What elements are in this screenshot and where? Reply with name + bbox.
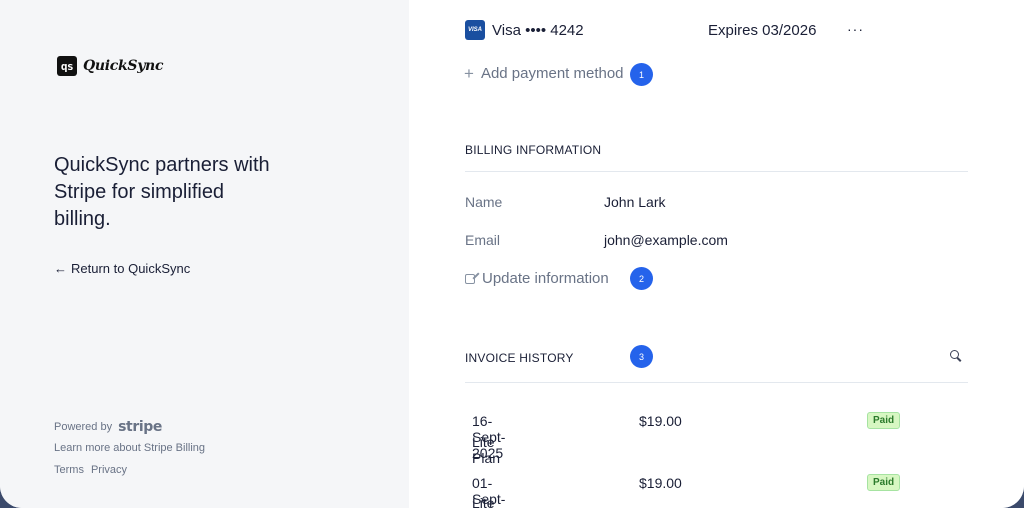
divider (465, 171, 968, 172)
email-value: john@example.com (604, 232, 728, 248)
plus-icon: + (464, 64, 474, 83)
status-badge: Paid (867, 474, 901, 491)
update-information-button[interactable]: Update information (465, 270, 609, 287)
status-badge: Paid (867, 412, 901, 429)
return-to-quicksync-link[interactable]: ← Return to QuickSync (54, 261, 190, 276)
update-information-label: Update information (482, 270, 609, 287)
billing-information-heading: BILLING INFORMATION (465, 143, 602, 157)
card-more-options-button[interactable]: ··· (847, 21, 864, 37)
name-label: Name (465, 194, 503, 210)
step-badge-2: 2 (630, 267, 653, 290)
search-icon[interactable] (950, 350, 962, 362)
card-expiry: Expires 03/2026 (708, 22, 817, 39)
return-link-label: Return to QuickSync (71, 261, 191, 276)
visa-card-icon: VISA (465, 20, 485, 40)
powered-by-label: Powered by (54, 421, 113, 433)
invoice-plan: Lite Plan (472, 495, 495, 508)
step-badge-3: 3 (630, 345, 653, 368)
right-panel: VISA Visa •••• 4242 Expires 03/2026 ··· … (409, 0, 1024, 508)
invoice-amount: $19.00 (639, 413, 682, 429)
arrow-left-icon: ← (54, 261, 67, 276)
footer-links: Terms Privacy (54, 464, 127, 476)
email-label: Email (465, 232, 501, 248)
quicksync-logo: qs QuickSync (57, 56, 163, 76)
add-payment-method-button[interactable]: + Add payment method (464, 65, 624, 82)
learn-more-link[interactable]: Learn more about Stripe Billing (54, 442, 205, 454)
powered-by-stripe: Powered by stripe (54, 419, 162, 435)
divider (465, 382, 968, 383)
step-badge-1: 1 (630, 63, 653, 86)
terms-link[interactable]: Terms (54, 464, 84, 476)
add-payment-label: Add payment method (480, 65, 624, 82)
card-number: Visa •••• 4242 (492, 22, 584, 39)
left-panel: qs QuickSync QuickSync partners with Str… (0, 0, 409, 508)
billing-portal-window: qs QuickSync QuickSync partners with Str… (0, 0, 1024, 508)
invoice-history-heading: INVOICE HISTORY (465, 351, 574, 365)
invoice-amount: $19.00 (639, 475, 682, 491)
stripe-logo[interactable]: stripe (118, 419, 162, 435)
privacy-link[interactable]: Privacy (91, 464, 127, 476)
tagline: QuickSync partners with Stripe for simpl… (54, 154, 270, 230)
name-value: John Lark (604, 194, 666, 210)
logo-mark-icon: qs (57, 56, 77, 76)
logo-text: QuickSync (83, 58, 164, 74)
invoice-plan: Lite Plan (472, 434, 501, 466)
edit-icon (465, 273, 475, 284)
